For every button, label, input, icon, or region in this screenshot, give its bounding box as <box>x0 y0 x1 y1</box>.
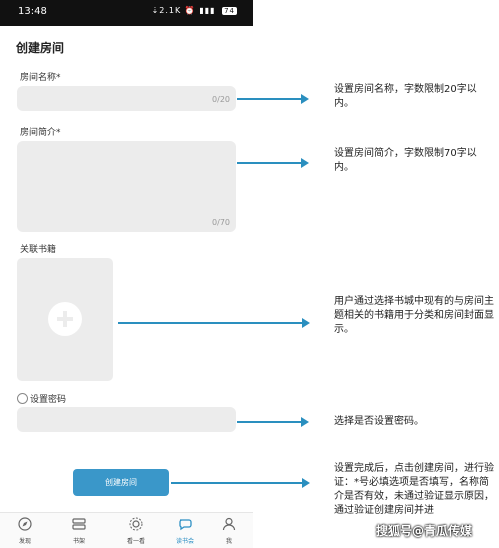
nav-bookshelf[interactable]: 书架 <box>59 517 99 545</box>
annotation-books: 用户通过选择书城中现有的与房间主题相关的书籍用于分类和房间封面显示。 <box>334 296 494 335</box>
arrow-create <box>171 478 310 488</box>
nav-discover[interactable]: 发现 <box>5 517 45 545</box>
nav-me[interactable]: 我 <box>209 517 249 545</box>
annotation-name: 设置房间名称，字数限制20字以内。 <box>334 84 477 109</box>
create-room-button[interactable]: 创建房间 <box>73 469 169 496</box>
watermark: 搜狐号@青瓜传媒 <box>376 524 473 538</box>
gear-icon <box>129 517 143 531</box>
plus-icon <box>48 302 82 336</box>
status-time: 13:48 <box>18 6 47 17</box>
arrow-name <box>237 94 309 104</box>
bookshelf-icon <box>72 517 86 531</box>
user-icon <box>222 517 236 531</box>
annotation-create: 设置完成后，点击创建房间，进行验证：*号必填选项是否填写，名称简介是否有效，未通… <box>334 463 494 516</box>
phone-screen: 13:48 ⇣2.1K ⏰ ▮▮▮ 74 创建房间 房间名称* 0/20 房间简… <box>0 0 253 548</box>
status-icons: ⇣2.1K ⏰ ▮▮▮ 74 <box>152 6 237 15</box>
add-book-button[interactable] <box>17 258 113 381</box>
annotation-intro: 设置房间简介，字数限制70字以内。 <box>334 148 477 173</box>
room-name-input[interactable]: 0/20 <box>17 86 236 111</box>
nav-label: 读书会 <box>175 538 194 545</box>
bottom-nav: 发现 书架 看一看 读书会 我 <box>0 512 253 548</box>
books-label: 关联书籍 <box>20 245 57 255</box>
network-speed-icon: ⇣2.1K ⏰ ▮▮▮ <box>151 6 216 15</box>
nav-look[interactable]: 看一看 <box>116 517 156 545</box>
status-bar: 13:48 ⇣2.1K ⏰ ▮▮▮ 74 <box>0 0 253 26</box>
compass-icon <box>18 517 32 531</box>
annotation-password: 选择是否设置密码。 <box>334 416 424 427</box>
arrow-intro <box>237 158 309 168</box>
arrow-books <box>118 318 310 328</box>
room-name-label: 房间名称* <box>20 73 61 83</box>
room-intro-textarea[interactable]: 0/70 <box>17 141 236 232</box>
arrow-password <box>237 417 309 427</box>
nav-label: 发现 <box>18 538 31 545</box>
password-input[interactable] <box>17 407 236 432</box>
nav-reading-club[interactable]: 读书会 <box>165 517 205 545</box>
room-intro-counter: 0/70 <box>212 218 230 227</box>
nav-label: 我 <box>225 538 232 545</box>
nav-label: 看一看 <box>126 538 145 545</box>
room-intro-label: 房间简介* <box>20 128 61 138</box>
room-name-counter: 0/20 <box>212 95 230 104</box>
page-title: 创建房间 <box>16 41 65 55</box>
password-radio[interactable] <box>17 393 28 404</box>
password-label: 设置密码 <box>30 395 67 405</box>
nav-label: 书架 <box>72 538 85 545</box>
battery-icon: 74 <box>222 7 237 15</box>
chat-icon <box>178 517 192 531</box>
